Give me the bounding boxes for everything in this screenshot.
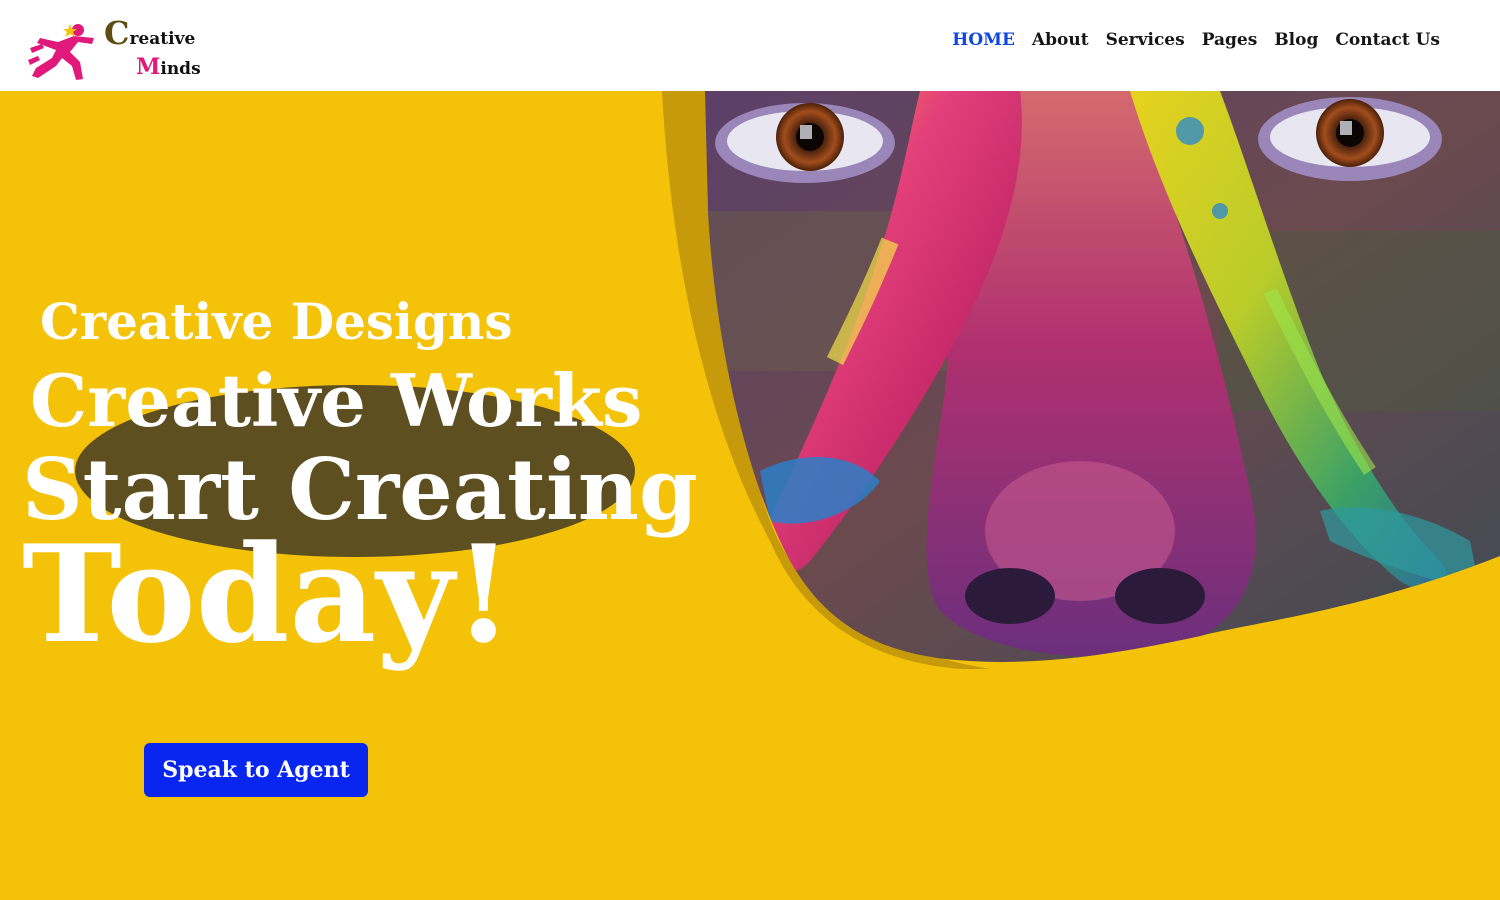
hero-headline-line-3: Today! [22,515,513,673]
running-person-icon [28,24,94,80]
logo-line-1: Creative [104,14,195,52]
hero-image [662,91,1500,669]
logo-cap-c: C [104,14,130,52]
hero-headline-line-1: Creative Works [30,358,643,443]
site-logo[interactable]: Creative Minds [28,14,208,84]
speak-to-agent-button[interactable]: Speak to Agent [144,743,368,797]
logo-line-2: Minds [136,54,201,80]
nav-about[interactable]: About [1032,30,1089,50]
logo-wordmark: Creative Minds [104,14,214,84]
nav-contact-us[interactable]: Contact Us [1335,30,1440,50]
main-nav: HOME About Services Pages Blog Contact U… [952,30,1440,50]
nav-home[interactable]: HOME [952,30,1015,50]
nav-pages[interactable]: Pages [1202,30,1258,50]
logo-cap-m: M [136,54,161,80]
logo-word-1: reative [129,29,196,49]
logo-word-2: inds [160,59,201,79]
nav-blog[interactable]: Blog [1274,30,1318,50]
nav-services[interactable]: Services [1106,30,1185,50]
hero-subtitle: Creative Designs [40,292,513,351]
site-header: Creative Minds HOME About Services Pages… [0,0,1500,91]
